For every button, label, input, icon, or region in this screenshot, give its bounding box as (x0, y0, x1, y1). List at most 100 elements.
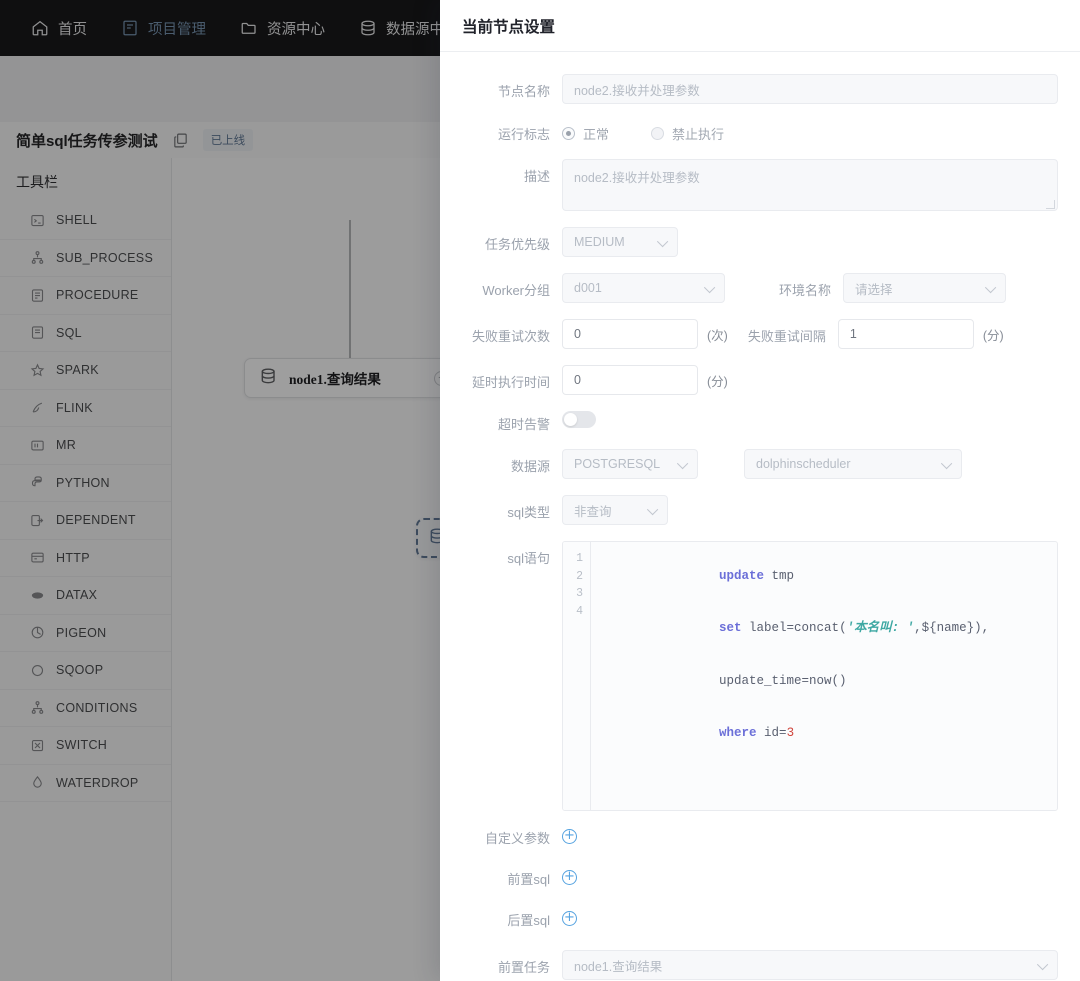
nav-item-project[interactable]: 项目管理 (104, 0, 223, 56)
environment-select[interactable]: 请选择 (843, 273, 1006, 303)
delay-time-input[interactable]: 0 (562, 365, 698, 395)
chevron-down-icon (1036, 958, 1049, 971)
dialog-body: 节点名称 node2.接收并处理参数 运行标志 正常 禁止执行 描述 node2… (440, 52, 1080, 981)
sql-token: set (719, 621, 742, 635)
radio-run-flag-normal[interactable]: 正常 (562, 124, 609, 143)
chevron-down-icon (940, 457, 953, 470)
nav-label-resource: 资源中心 (267, 21, 325, 38)
tool-item-pigeon[interactable]: PIGEON (0, 615, 171, 652)
switch-icon (30, 738, 45, 753)
pre-sql-label: 前置sql (507, 872, 550, 887)
datasource-instance-value: dolphinscheduler (756, 457, 851, 471)
chevron-down-icon (646, 503, 659, 516)
radio-label: 正常 (583, 127, 610, 142)
page-title: 简单sql任务传参测试 (16, 132, 158, 150)
retry-interval-input[interactable]: 1 (837, 319, 974, 349)
retry-interval-unit: (分) (982, 329, 1004, 343)
tool-item-shell[interactable]: SHELL (0, 202, 171, 240)
tool-item-conditions[interactable]: CONDITIONS (0, 690, 171, 727)
python-icon (30, 475, 45, 490)
tool-item-spark[interactable]: SPARK (0, 352, 171, 390)
conditions-icon (30, 700, 45, 715)
tool-item-waterdrop[interactable]: WATERDROP (0, 765, 171, 802)
node-name-label: 节点名称 (497, 84, 550, 99)
tool-label: SPARK (56, 363, 99, 378)
nav-item-home[interactable]: 首页 (14, 0, 104, 56)
field-priority: 任务优先级 MEDIUM (440, 227, 1058, 257)
copy-icon[interactable] (172, 132, 189, 149)
description-label: 描述 (523, 169, 550, 184)
datasource-type-value: POSTGRESQL (574, 457, 661, 471)
pre-tasks-select[interactable]: node1.查询结果 (562, 950, 1058, 980)
tool-item-http[interactable]: HTTP (0, 540, 171, 577)
line-number: 4 (576, 604, 583, 618)
waterdrop-icon (30, 775, 45, 790)
sql-type-select[interactable]: 非查询 (562, 495, 668, 525)
radio-dot-selected-icon (562, 127, 575, 140)
tool-label: MR (56, 438, 77, 453)
plus-circle-icon-pre-sql[interactable]: + (562, 870, 577, 885)
timeout-alarm-toggle[interactable] (562, 411, 596, 428)
resize-grip-icon[interactable] (1046, 200, 1055, 209)
line-number: 2 (576, 569, 583, 583)
priority-label: 任务优先级 (484, 237, 550, 252)
field-sql-type: sql类型 非查询 (440, 495, 1058, 525)
datasource-type-select[interactable]: POSTGRESQL (562, 449, 698, 479)
tool-item-mr[interactable]: MR (0, 427, 171, 465)
toolbar-list: SHELL SUB_PROCESS PROCEDURE SQL SPARK FL… (0, 202, 171, 802)
description-textarea[interactable]: node2.接收并处理参数 (562, 159, 1058, 211)
editor-code-area[interactable]: update tmp set label=concat('本名叫: ',${na… (591, 542, 1057, 810)
sql-code-editor[interactable]: 1 2 3 4 update tmp set label=concat('本名叫… (562, 541, 1058, 811)
tool-label: WATERDROP (56, 775, 139, 790)
tool-item-procedure[interactable]: PROCEDURE (0, 277, 171, 315)
retry-interval-label: 失败重试间隔 (747, 329, 826, 344)
priority-select[interactable]: MEDIUM (562, 227, 678, 257)
tool-label: FLINK (56, 400, 93, 415)
chevron-down-icon (703, 281, 716, 294)
dag-node-1[interactable]: node1.查询结果 − (244, 358, 464, 398)
delay-time-label: 延时执行时间 (471, 375, 550, 390)
sql-icon (30, 325, 45, 340)
tool-item-dependent[interactable]: DEPENDENT (0, 502, 171, 540)
status-badge: 已上线 (202, 129, 254, 151)
sub-process-icon (30, 250, 45, 265)
line-number: 1 (576, 552, 583, 565)
chevron-down-icon (984, 281, 997, 294)
tool-label: CONDITIONS (56, 700, 138, 715)
chevron-down-icon (656, 235, 669, 248)
sql-token: ,${name}), (914, 621, 990, 635)
node-name-input[interactable]: node2.接收并处理参数 (562, 74, 1058, 104)
tool-label: DATAX (56, 588, 98, 603)
nav-item-resource[interactable]: 资源中心 (223, 0, 342, 56)
tool-item-flink[interactable]: FLINK (0, 390, 171, 427)
field-post-sql: 后置sql + (440, 909, 1058, 929)
radio-dot-icon (651, 127, 665, 140)
worker-group-select[interactable]: d001 (562, 273, 725, 303)
tool-item-switch[interactable]: SWITCH (0, 727, 171, 765)
field-pre-tasks: 前置任务 node1.查询结果 (440, 950, 1058, 980)
radio-run-flag-forbidden[interactable]: 禁止执行 (651, 124, 724, 143)
dependent-icon (30, 513, 45, 528)
plus-circle-icon-custom-params[interactable]: + (562, 829, 577, 844)
custom-params-label: 自定义参数 (484, 831, 550, 846)
flink-icon (30, 400, 45, 415)
tool-item-sql[interactable]: SQL (0, 315, 171, 352)
delay-time-unit: (分) (707, 375, 728, 389)
tool-label: PYTHON (56, 475, 110, 490)
folder-icon (240, 19, 258, 37)
tool-item-sqoop[interactable]: SQOOP (0, 652, 171, 690)
sql-token: tmp (764, 568, 795, 583)
tool-item-sub-process[interactable]: SUB_PROCESS (0, 240, 171, 277)
retry-times-input[interactable]: 0 (562, 319, 698, 349)
field-worker-and-env: Worker分组 d001 环境名称 请选择 (440, 273, 1058, 303)
home-icon (31, 19, 49, 37)
dialog-title: 当前节点设置 (462, 18, 556, 36)
datasource-instance-select[interactable]: dolphinscheduler (744, 449, 962, 479)
sql-type-label: sql类型 (507, 505, 550, 520)
tool-item-python[interactable]: PYTHON (0, 465, 171, 502)
tool-label: SQOOP (56, 663, 104, 678)
field-pre-sql: 前置sql + (440, 868, 1058, 888)
tool-item-datax[interactable]: DATAX (0, 577, 171, 615)
plus-circle-icon-post-sql[interactable]: + (562, 911, 577, 926)
nav-label-project: 项目管理 (148, 21, 206, 38)
